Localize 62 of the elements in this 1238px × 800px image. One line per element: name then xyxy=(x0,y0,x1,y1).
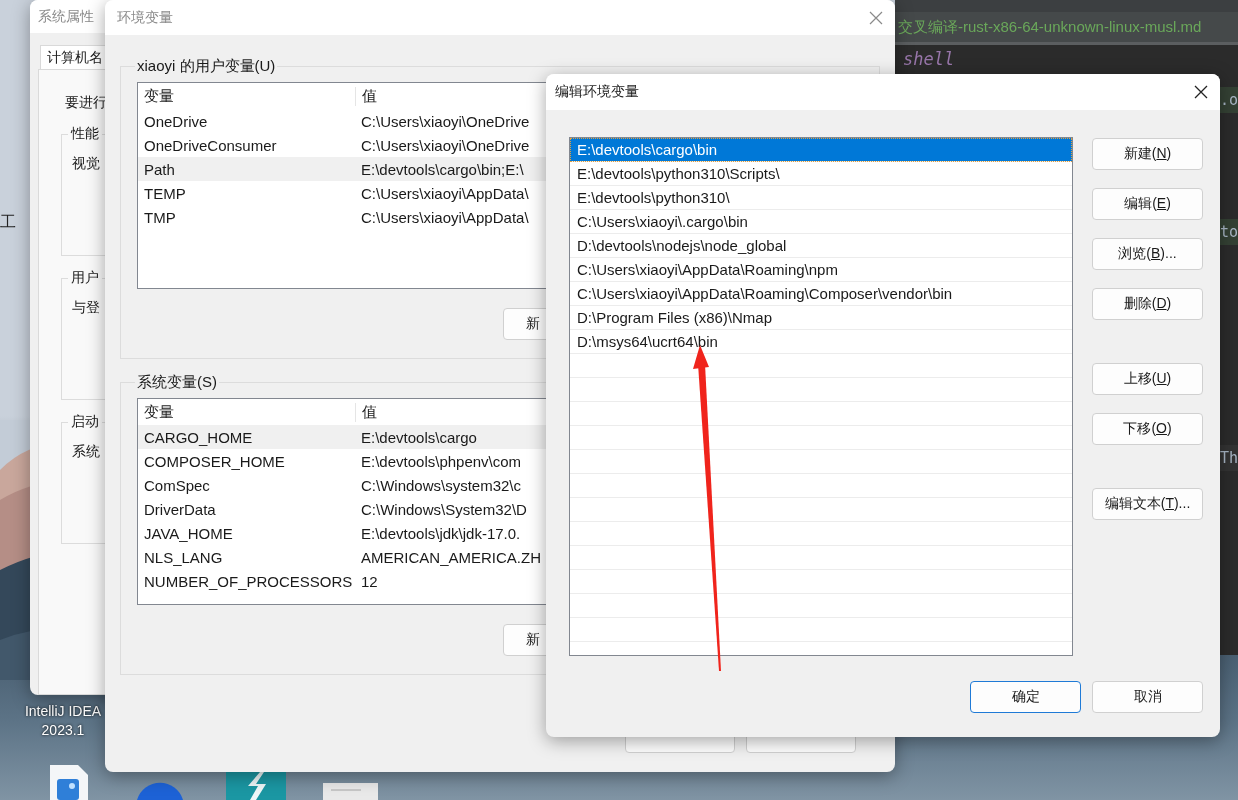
list-item[interactable]: C:\Users\xiaoyi\.cargo\bin xyxy=(570,210,1072,234)
table-cell-text: NLS_LANG xyxy=(143,548,224,566)
window-title: 编辑环境变量 xyxy=(555,83,639,101)
table-cell-text: C:\Windows\system32\c xyxy=(360,476,522,494)
shortcut-label[interactable]: 2023.1 xyxy=(41,721,85,740)
list-item[interactable]: C:\Users\xiaoyi\AppData\Roaming\Composer\vendor\bin xyxy=(570,282,1072,306)
table-cell-text: C:\Users\xiaoyi\OneDrive xyxy=(360,136,530,154)
table-cell-text: E:\devtools\cargo\bin;E:\ xyxy=(360,160,524,178)
action-button[interactable]: 新建(N) xyxy=(1092,138,1203,170)
list-item[interactable]: E:\devtools\cargo\bin xyxy=(570,138,1072,162)
description-text: 与登 xyxy=(72,299,100,317)
group-title: 用户 xyxy=(68,269,102,287)
dialog-button[interactable]: 确定 xyxy=(970,681,1081,713)
table-cell-text: JAVA_HOME xyxy=(143,524,234,542)
table-cell-text: AMERICAN_AMERICA.ZH xyxy=(360,548,542,566)
column-header[interactable]: 变量 xyxy=(138,86,355,106)
group-title: 性能 xyxy=(68,125,102,143)
action-button[interactable]: 上移(U) xyxy=(1092,363,1203,395)
list-item[interactable]: C:\Users\xiaoyi\AppData\Roaming\npm xyxy=(570,258,1072,282)
table-cell-text: 12 xyxy=(360,572,378,590)
description-text: 系统 xyxy=(72,443,100,461)
group-title: 系统变量(S) xyxy=(136,373,218,392)
column-header[interactable]: 值 xyxy=(355,86,377,106)
table-cell-text: C:\Windows\System32\D xyxy=(360,500,527,518)
table-cell-text: C:\Users\xiaoyi\OneDrive xyxy=(360,112,530,130)
group-title: xiaoyi 的用户变量(U) xyxy=(136,57,277,76)
table-cell-text: C:\Users\xiaoyi\AppData\ xyxy=(360,184,529,202)
desktop-icon-label: 工 xyxy=(0,212,16,232)
table-cell-text: ComSpec xyxy=(143,476,211,494)
table-cell-text: OneDrive xyxy=(143,112,209,130)
table-cell-text: NUMBER_OF_PROCESSORS xyxy=(143,572,354,590)
action-button[interactable]: 编辑(E) xyxy=(1092,188,1203,220)
table-cell-text: COMPOSER_HOME xyxy=(143,452,286,470)
group-title: 启动 xyxy=(68,413,102,431)
table-cell-text: DriverData xyxy=(143,500,217,518)
window-title: 环境变量 xyxy=(117,8,173,27)
list-item[interactable]: D:\devtools\nodejs\node_global xyxy=(570,234,1072,258)
action-button[interactable]: 浏览(B)... xyxy=(1092,238,1203,270)
list-item[interactable]: D:\msys64\ucrt64\bin xyxy=(570,330,1072,354)
list-item[interactable]: E:\devtools\python310\Scripts\ xyxy=(570,162,1072,186)
table-cell-text: TMP xyxy=(143,208,177,226)
table-cell-text: OneDriveConsumer xyxy=(143,136,278,154)
description-text: 视觉 xyxy=(72,155,100,173)
list-item[interactable]: E:\devtools\python310\ xyxy=(570,186,1072,210)
table-cell-text: E:\devtools\jdk\jdk-17.0. xyxy=(360,524,521,542)
table-cell-text: CARGO_HOME xyxy=(143,428,254,446)
column-header[interactable]: 值 xyxy=(355,402,377,422)
window-title: 系统属性 xyxy=(38,7,94,26)
shortcut-label[interactable]: IntelliJ IDEA xyxy=(24,702,102,721)
dialog-button[interactable]: 取消 xyxy=(1092,681,1203,713)
list-item[interactable]: D:\Program Files (x86)\Nmap xyxy=(570,306,1072,330)
action-button[interactable]: 下移(O) xyxy=(1092,413,1203,445)
description-text: 要进行 xyxy=(65,94,107,112)
table-cell-text: TEMP xyxy=(143,184,187,202)
code-text: shell xyxy=(903,49,955,69)
table-cell-text: Path xyxy=(143,160,176,178)
table-cell-text: E:\devtools\phpenv\com xyxy=(360,452,522,470)
table-cell-text: C:\Users\xiaoyi\AppData\ xyxy=(360,208,529,226)
action-button[interactable]: 编辑文本(T)... xyxy=(1092,488,1203,520)
action-button[interactable]: 删除(D) xyxy=(1092,288,1203,320)
column-header[interactable]: 变量 xyxy=(138,402,355,422)
table-cell-text: E:\devtools\cargo xyxy=(360,428,477,446)
